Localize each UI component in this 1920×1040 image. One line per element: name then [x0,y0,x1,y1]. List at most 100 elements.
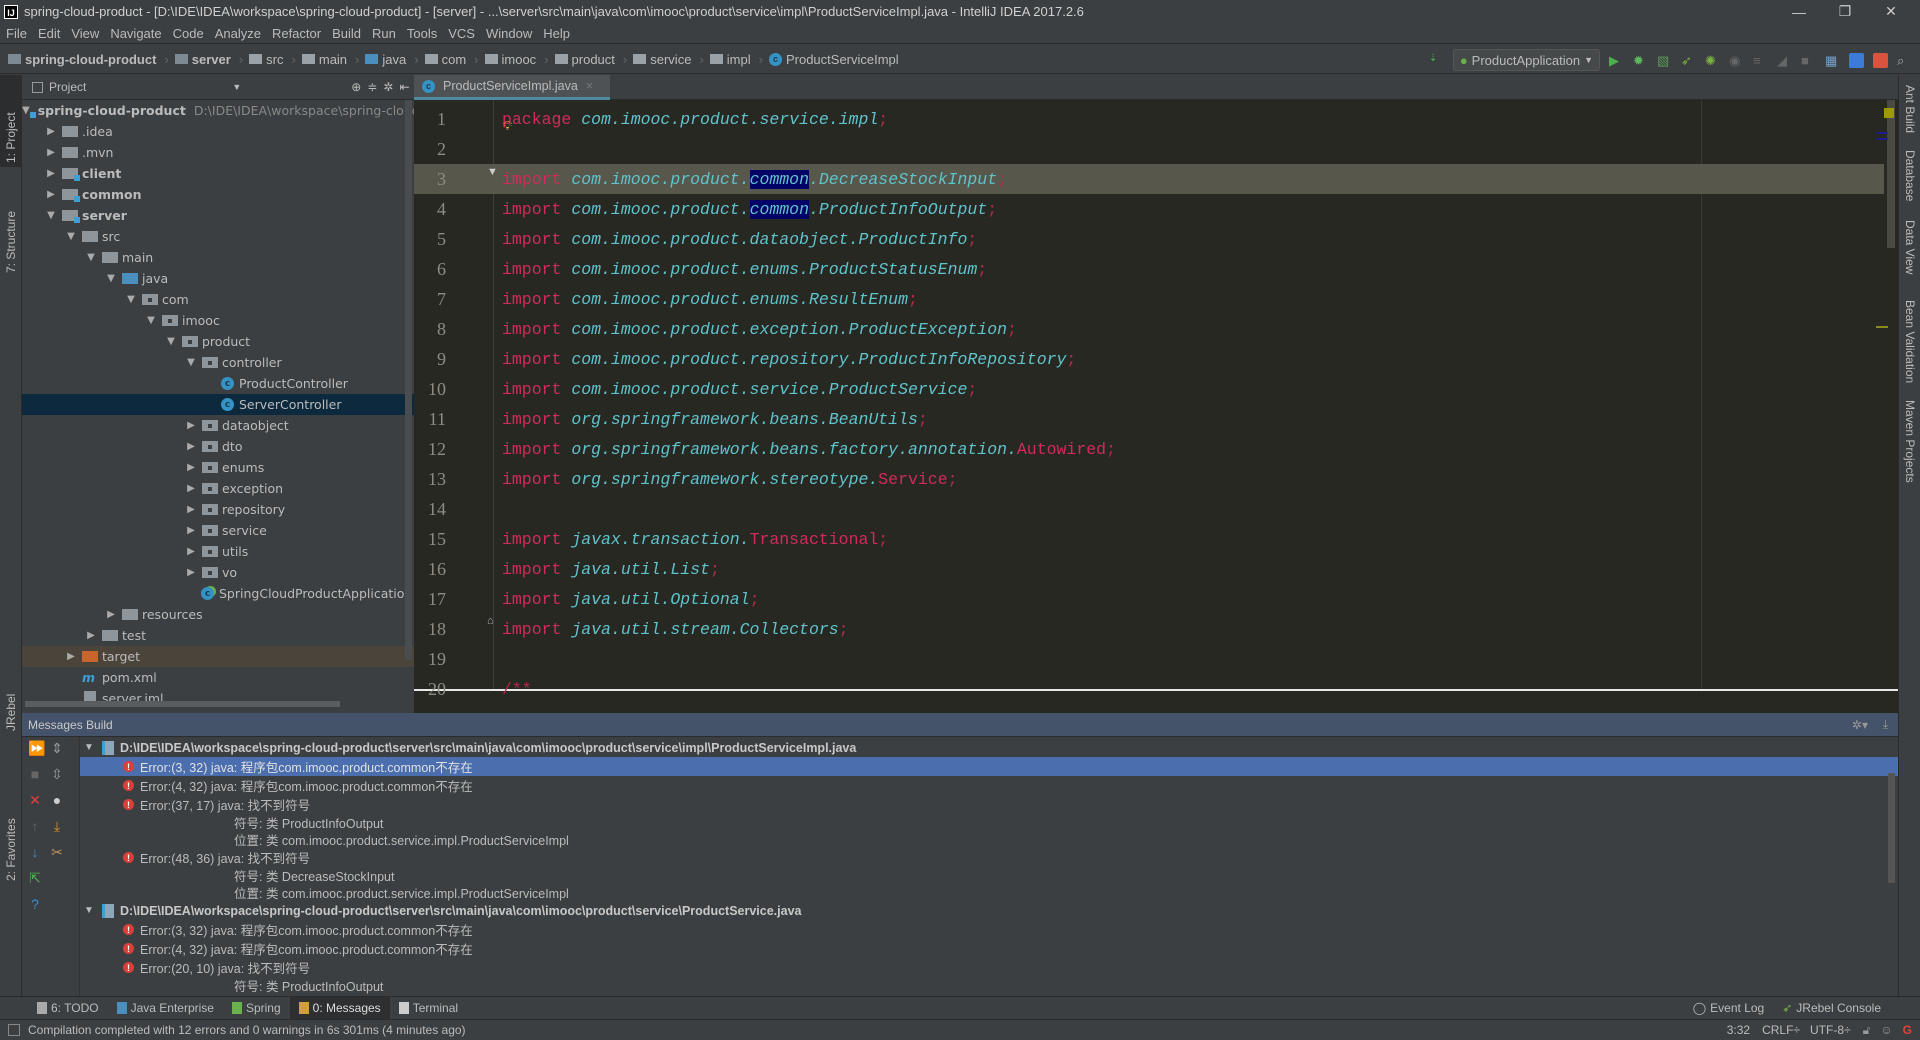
menu-refactor[interactable]: Refactor [272,26,321,41]
expanded-arrow-icon[interactable]: ▼ [124,294,138,305]
menu-edit[interactable]: Edit [38,26,60,41]
menu-window[interactable]: Window [486,26,532,41]
tree-item--idea[interactable]: ▶ .idea [22,121,414,142]
settings-icon[interactable]: ✲▾ [1852,718,1868,732]
project-structure-icon[interactable]: ▦ [1825,53,1840,68]
collapsed-arrow-icon[interactable]: ▶ [44,189,58,200]
code-line[interactable]: 8 import com.imooc.product.exception.Prod… [414,314,1884,344]
fold-end-icon[interactable]: ⌂ [487,615,494,627]
run-icon[interactable]: ▶ [1609,53,1624,68]
expanded-arrow-icon[interactable]: ▼ [22,105,30,116]
tool-tab-0-messages[interactable]: 0: Messages [289,996,390,1020]
tree-item-springcloudproductapplication[interactable]: c SpringCloudProductApplication [22,583,414,604]
menu-view[interactable]: View [71,26,99,41]
project-tree-scrollbar[interactable] [405,100,412,660]
inspector-icon[interactable]: ☺ [1880,1023,1892,1037]
show-errors-icon[interactable]: ● [50,793,64,807]
tree-item-java[interactable]: ▼ java [22,268,414,289]
toggle-tool-windows-icon[interactable] [8,1024,20,1036]
jrebel-run-icon[interactable]: ➶ [1681,53,1696,68]
collapsed-arrow-icon[interactable]: ▶ [184,567,198,578]
coverage-icon[interactable]: ▧ [1657,53,1672,68]
tree-item-resources[interactable]: ▶ resources [22,604,414,625]
tool-tab-maven-projects[interactable]: Maven Projects [1899,400,1920,570]
messages-scrollbar[interactable] [1888,773,1895,883]
code-line[interactable]: 18 import java.util.stream.Collectors; [414,614,1884,644]
tree-item-servercontroller[interactable]: c ServerController [22,394,414,415]
lock-icon[interactable]: 🔓︎ [1863,1023,1871,1038]
help-icon[interactable]: ? [28,897,42,911]
collapsed-arrow-icon[interactable]: ▶ [184,483,198,494]
code-line[interactable]: 20 /** [414,674,1884,704]
tree-item-main[interactable]: ▼ main [22,247,414,268]
tree-item-enums[interactable]: ▶ enums [22,457,414,478]
collapsed-arrow-icon[interactable]: ▶ [184,525,198,536]
code-line[interactable]: 17 import java.util.Optional; [414,584,1884,614]
message-detail[interactable]: 符号: 类 ProductInfoOutput [80,977,1898,994]
error-message[interactable]: ! Error:(4, 32) java: 程序包com.imooc.produc… [80,939,1898,958]
message-detail[interactable]: 位置: 类 com.imooc.product.service.impl.Pro… [80,884,1898,901]
tree-item-server[interactable]: ▼ server [22,205,414,226]
menu-tools[interactable]: Tools [407,26,437,41]
google-translate-icon[interactable] [1849,52,1864,68]
collapsed-arrow-icon[interactable]: ▶ [64,651,78,662]
close-button[interactable]: ✕ [1868,0,1914,23]
jrebel-console-tab[interactable]: ➶ JRebel Console [1773,997,1890,1020]
collapse-all-icon[interactable]: ≑ [367,80,377,94]
profile-icon[interactable]: ◉ [1729,53,1744,68]
autoscroll-icon[interactable]: ✂ [50,845,64,859]
hide-panel-icon[interactable]: ⇤ [399,80,409,94]
build-artifact-icon[interactable]: ◢ [1777,53,1792,68]
message-detail[interactable]: 符号: 类 DecreaseStockInput [80,867,1898,884]
menu-code[interactable]: Code [173,26,204,41]
menu-file[interactable]: File [6,26,27,41]
breadcrumb-imooc[interactable]: imooc › [484,52,549,67]
menu-analyze[interactable]: Analyze [215,26,261,41]
tool-tab-data-view[interactable]: Data View [1899,220,1920,300]
rerun-icon[interactable]: ⏩ [28,741,45,755]
collapse-all-icon[interactable]: ⇳ [50,767,64,781]
tree-item-utils[interactable]: ▶ utils [22,541,414,562]
tool-tab-jrebel[interactable]: JRebel [0,645,22,735]
export-to-text-icon[interactable]: ⇱ [28,871,42,885]
code-line[interactable]: 6 import com.imooc.product.enums.ProductS… [414,254,1884,284]
menu-navigate[interactable]: Navigate [110,26,161,41]
tree-item-controller[interactable]: ▼ controller [22,352,414,373]
tree-item--mvn[interactable]: ▶ .mvn [22,142,414,163]
menu-vcs[interactable]: VCS [448,26,475,41]
tool-tab-spring[interactable]: Spring [223,997,290,1020]
project-tree-horizontal-scrollbar[interactable] [25,701,340,707]
expanded-arrow-icon[interactable]: ▼ [164,336,178,347]
tool-tab-7-structure[interactable]: 7: Structure [0,167,22,277]
collapsed-arrow-icon[interactable]: ▶ [184,441,198,452]
tree-item-productcontroller[interactable]: c ProductController [22,373,414,394]
expand-all-icon[interactable]: ⇕ [50,741,64,755]
error-message[interactable]: ! Error:(20, 10) java: 找不到符号 [80,958,1898,977]
tree-item-spring-cloud-product[interactable]: ▼ spring-cloud-product D:\IDE\IDEA\workspa… [22,100,414,121]
breadcrumb-spring-cloud-product[interactable]: spring-cloud-product › [8,52,169,67]
tree-item-client[interactable]: ▶ client [22,163,414,184]
hide-panel-icon[interactable]: ⤓ [1883,717,1888,732]
translate-icon[interactable] [1873,52,1888,68]
tree-item-imooc[interactable]: ▼ imooc [22,310,414,331]
error-message[interactable]: ! Error:(37, 17) java: 找不到符号 [80,795,1898,814]
expanded-arrow-icon[interactable]: ▼ [44,210,58,221]
tree-item-pom-xml[interactable]: m pom.xml [22,667,414,688]
search-icon[interactable]: ⌕ [1897,53,1912,68]
close-icon[interactable]: ✕ [28,793,42,807]
code-line[interactable]: 9 import com.imooc.product.repository.Pro… [414,344,1884,374]
code-line[interactable]: 2 [414,134,1884,164]
code-line[interactable]: 14 [414,494,1884,524]
breadcrumb-product[interactable]: product › [554,52,627,67]
message-file-node[interactable]: ▼ D:\IDE\IDEA\workspace\spring-cloud-prod… [80,901,1898,920]
breadcrumb-java[interactable]: java › [365,52,419,67]
debug-icon[interactable]: ✹ [1633,53,1648,68]
expanded-arrow-icon[interactable]: ▼ [64,231,78,242]
expanded-arrow-icon[interactable]: ▼ [84,252,98,263]
expanded-arrow-icon[interactable]: ▼ [184,357,198,368]
inspection-status-icon[interactable] [1884,108,1894,118]
error-message[interactable]: ! Error:(48, 36) java: 找不到符号 [80,848,1898,867]
menu-run[interactable]: Run [372,26,396,41]
collapsed-arrow-icon[interactable]: ▶ [84,630,98,641]
collapsed-arrow-icon[interactable]: ▶ [44,168,58,179]
